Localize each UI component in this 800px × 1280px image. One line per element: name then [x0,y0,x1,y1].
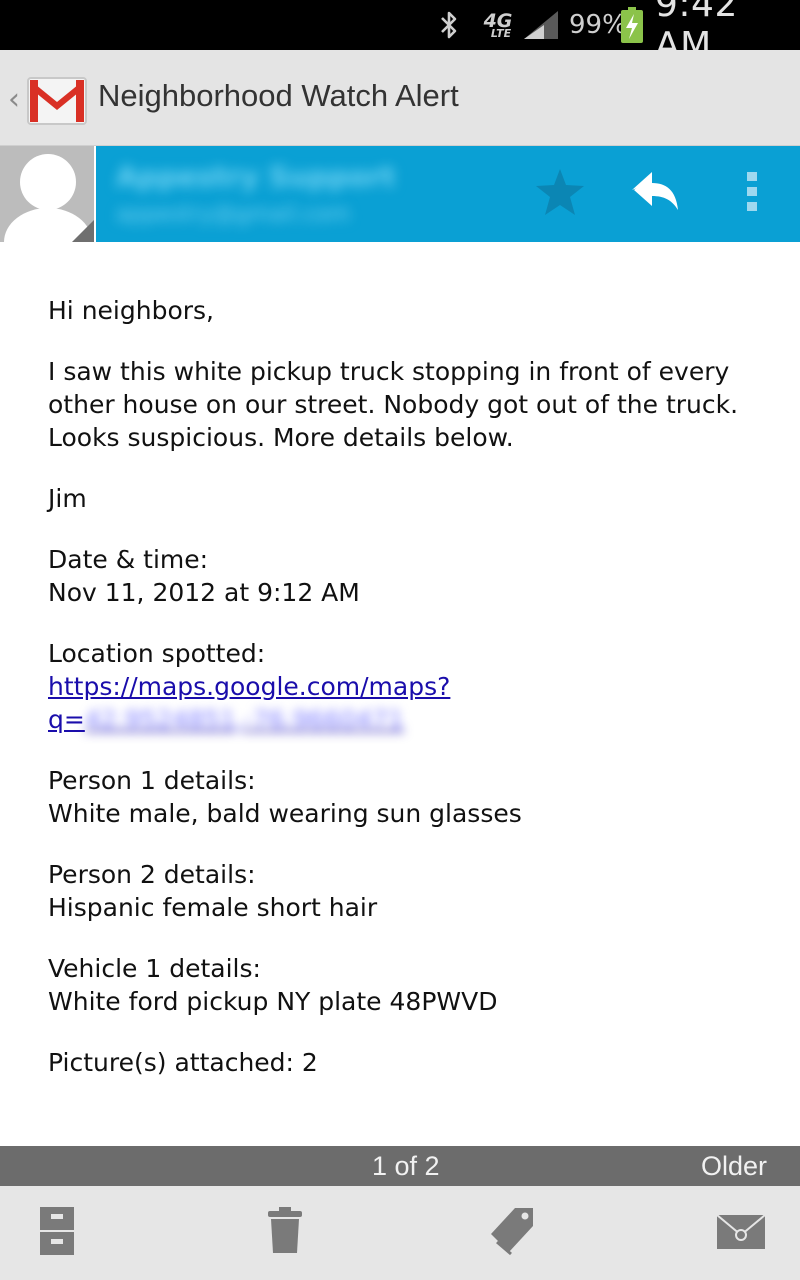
trash-icon [267,1207,303,1259]
location-link-coords[interactable]: 42.9524851,-76.9660471 [85,705,404,734]
person2-value: Hispanic female short hair [48,893,378,922]
signature: Jim [48,484,87,513]
greeting: Hi neighbors, [48,296,214,325]
archive-icon [39,1206,75,1260]
back-chevron-icon[interactable]: ‹ [8,82,20,117]
signal-icon [522,0,562,50]
reply-button[interactable] [618,146,694,242]
network-type-indicator: 4G LTE [478,0,518,50]
vehicle1-block: Vehicle 1 details: White ford pickup NY … [48,952,768,1018]
date-label: Date & time: [48,545,209,574]
delete-button[interactable] [230,1186,340,1280]
battery-percent: 99% [569,10,627,40]
intro-paragraph: I saw this white pickup truck stopping i… [48,357,739,452]
person1-value: White male, bald wearing sun glasses [48,799,522,828]
pictures-attached: Picture(s) attached: 2 [48,1048,318,1077]
star-icon [534,167,586,221]
archive-button[interactable] [2,1186,112,1280]
network-subtype: LTE [490,26,512,40]
avatar[interactable] [0,146,96,242]
vehicle1-value: White ford pickup NY plate 48PWVD [48,987,498,1016]
message-body: Hi neighbors, I saw this white pickup tr… [48,294,768,1107]
message-pager: 1 of 2 Older [0,1146,800,1186]
person1-label: Person 1 details: [48,766,256,795]
sender-header: Appestry Support appestry@gmail.com [0,146,800,242]
date-block: Date & time: Nov 11, 2012 at 9:12 AM [48,543,768,609]
page-title: Neighborhood Watch Alert [98,78,459,113]
older-button[interactable]: Older [701,1151,767,1182]
battery-charging-icon [620,0,644,50]
mark-unread-icon [716,1211,766,1255]
action-bar: ‹ Neighborhood Watch Alert [0,50,800,146]
pager-position: 1 of 2 [372,1151,440,1181]
reply-icon [632,172,680,216]
date-value: Nov 11, 2012 at 9:12 AM [48,578,360,607]
label-icon [489,1206,537,1260]
vehicle1-label: Vehicle 1 details: [48,954,261,983]
gmail-logo-icon[interactable] [26,72,88,130]
bluetooth-icon [438,0,462,50]
sender-name: Appestry Support [116,160,396,193]
location-block: Location spotted: https://maps.google.co… [48,637,768,736]
bottom-toolbar [0,1186,800,1280]
mark-unread-button[interactable] [686,1186,796,1280]
person1-block: Person 1 details: White male, bald weari… [48,764,768,830]
person2-block: Person 2 details: Hispanic female short … [48,858,768,924]
person2-label: Person 2 details: [48,860,256,889]
overflow-menu-button[interactable] [716,146,788,242]
location-link[interactable]: https://maps.google.com/maps?q=42.952485… [48,672,450,734]
status-bar: 4G LTE 99% 9:42 AM [0,0,800,66]
status-time: 9:42 AM [655,0,738,66]
sender-email: appestry@gmail.com [116,202,351,227]
label-button[interactable] [458,1186,568,1280]
star-button[interactable] [524,146,596,242]
overflow-menu-icon [746,171,758,217]
location-label: Location spotted: [48,639,266,668]
